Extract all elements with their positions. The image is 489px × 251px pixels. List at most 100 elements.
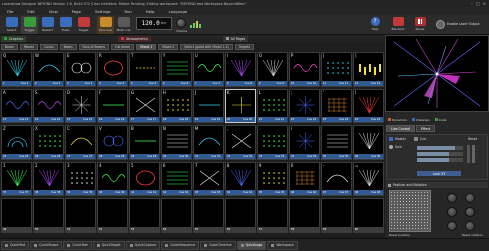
cue-cell[interactable]: 4 40 Cue 40 <box>96 161 129 197</box>
cue-cell[interactable]: 3 39 Cue 39 <box>64 161 97 197</box>
cue-cell[interactable]: ' 23 Cue 23 <box>320 88 353 124</box>
cue-cell[interactable]: 0 46 Cue 46 <box>288 161 321 197</box>
cue-cell[interactable]: 57 <box>256 198 289 233</box>
menu-edit[interactable]: Edit <box>20 9 41 14</box>
category-tab[interactable]: Beam <box>59 43 77 50</box>
toggle-red-button[interactable]: Toggle <box>75 16 92 34</box>
cue-cell[interactable]: 55 <box>192 198 225 233</box>
cue-cell[interactable]: 53 <box>128 198 161 233</box>
rotation-knob-z[interactable] <box>447 207 457 217</box>
cue-cell[interactable]: . 33 Cue 33 <box>256 125 289 160</box>
multi-cue-button[interactable]: Multi cue <box>115 16 132 34</box>
collapse-icon[interactable] <box>388 183 391 187</box>
category-tab-selected[interactable]: Mixed 1 <box>136 43 157 50</box>
pause-button[interactable]: Pause <box>411 17 429 33</box>
page-tab[interactable]: QuickText <box>63 240 92 250</box>
page-tab[interactable]: QuickCapture <box>125 240 161 250</box>
cue-cell[interactable]: M 31 Cue 31 <box>192 125 225 160</box>
cue-cell[interactable]: R 4 Cue 4 <box>96 52 129 87</box>
cue-cell[interactable]: H 18 Cue 18 <box>160 88 193 124</box>
page-tab[interactable]: QuickShape <box>30 240 63 250</box>
cue-cell[interactable]: 1 37 Cue 37 <box>1 161 33 197</box>
cue-cell[interactable]: , 32 Cue 32 <box>224 125 257 160</box>
cue-cell[interactable]: 6 42 Cue 42 <box>160 161 193 197</box>
cue-cell[interactable]: 54 <box>160 198 193 233</box>
menu-run[interactable]: Run <box>118 9 139 14</box>
reset-rotation-button[interactable]: Reset rotation <box>462 233 483 237</box>
cue-cell[interactable]: P 10 Cue 10 <box>288 52 321 87</box>
rotation-knob-a[interactable] <box>447 221 457 231</box>
size-slider[interactable] <box>417 146 463 150</box>
tab-all-pages[interactable]: All Pages <box>222 35 249 42</box>
cue-cell[interactable]: F 16 Cue 16 <box>96 88 129 124</box>
menu-help[interactable]: Help <box>139 9 162 14</box>
cue-cell[interactable]: 7 43 Cue 43 <box>192 161 225 197</box>
category-tab[interactable]: Cones <box>40 43 58 50</box>
restart-button[interactable]: Restart <box>39 16 56 34</box>
laser-preview[interactable] <box>385 35 489 112</box>
volume-knob-icon[interactable] <box>176 18 186 28</box>
page-tab[interactable]: QuickTest <box>1 240 30 250</box>
flash-button[interactable]: Flash <box>57 16 74 34</box>
cue-cell[interactable]: 36 Cue 36 <box>352 125 385 160</box>
minimize-button[interactable]: – <box>471 1 473 6</box>
cue-cell[interactable]: N 30 Cue 30 <box>160 125 193 160</box>
cue-cell[interactable]: 58 <box>288 198 321 233</box>
cue-cell[interactable]: L 21 Cue 21 <box>256 88 289 124</box>
cue-cell[interactable]: = 48 Cue 48 <box>352 161 385 197</box>
page-tab[interactable]: Workspace <box>267 240 298 250</box>
cue-cell[interactable]: -47 Cue 47 <box>320 161 353 197</box>
cue-cell[interactable]: Y 6 Cue 6 <box>160 52 193 87</box>
menu-view[interactable]: View <box>42 9 65 14</box>
cue-cell[interactable]: 35 Cue 35 <box>320 125 353 160</box>
cue-cell[interactable]: 50 <box>32 198 65 233</box>
category-tab[interactable]: Select (good with Mixed 1-2) <box>180 43 233 50</box>
cue-cell[interactable]: V 28 Cue 28 <box>96 125 129 160</box>
subtab-effect[interactable]: Effect <box>416 125 436 132</box>
rotation-knob-b[interactable] <box>465 221 475 231</box>
menu-language[interactable]: Language <box>161 9 194 14</box>
cue-cell[interactable]: \ 24 Cue 24 <box>352 88 385 124</box>
cue-cell[interactable]: B 29 Cue 29 <box>128 125 161 160</box>
cue-cell[interactable]: C 27 Cue 27 <box>64 125 97 160</box>
tab-code[interactable]: Code <box>433 116 449 123</box>
cue-cell[interactable]: D 15 Cue 15 <box>64 88 97 124</box>
cue-cell[interactable]: 51 <box>64 198 97 233</box>
rotation-knob-w[interactable] <box>465 207 475 217</box>
rotation-knob-y[interactable] <box>465 193 475 203</box>
cue-cell[interactable]: S 14 Cue 14 <box>32 88 65 124</box>
reset-position-button[interactable]: Reset position <box>389 233 410 237</box>
select-button[interactable]: Select <box>3 16 20 34</box>
tab-channels[interactable]: Channels <box>410 116 432 123</box>
close-button[interactable]: × <box>483 1 486 6</box>
cue-cell[interactable]: 5 41 Cue 41 <box>128 161 161 197</box>
cue-cell[interactable]: [11 Cue 11 <box>320 52 353 87</box>
cue-cell[interactable]: 49 <box>1 198 33 233</box>
blackout-button[interactable]: Blackout <box>389 17 407 33</box>
cue-cell[interactable]: A 13 Cue 13 <box>1 88 33 124</box>
reset-button[interactable]: Reset <box>468 137 477 141</box>
cue-cell[interactable]: 2 38 Cue 38 <box>32 161 65 197</box>
page-tab[interactable]: QuickSequence <box>161 240 200 250</box>
category-tab[interactable]: Targets <box>234 43 254 50</box>
lock-xy-button[interactable]: Lock XY <box>417 171 461 176</box>
tab-atmospherics[interactable]: Atmospherics <box>118 35 151 42</box>
tab-graphics[interactable]: Graphics <box>1 35 27 42</box>
cue-cell[interactable]: Z 25 Cue 25 <box>1 125 33 160</box>
menu-settings[interactable]: Settings <box>88 9 118 14</box>
cue-cell[interactable]: E 3 Cue 3 <box>64 52 97 87</box>
cue-cell[interactable]: I 8 Cue 8 <box>224 52 257 87</box>
category-tab[interactable]: Fans of Beams <box>78 43 109 50</box>
subtab-live-control[interactable]: Live Control <box>386 125 416 132</box>
cue-cell[interactable]: 9 45 Cue 45 <box>256 161 289 197</box>
rotation-knob-x[interactable] <box>447 193 457 203</box>
cue-cell[interactable]: W 2 Cue 2 <box>32 52 65 87</box>
page-tab[interactable]: QuickTimeline <box>200 240 236 250</box>
cue-cell[interactable]: ; 22 Cue 22 <box>288 88 321 124</box>
cue-cell[interactable]: X 26 Cue 26 <box>32 125 65 160</box>
cue-cell[interactable]: 52 <box>96 198 129 233</box>
help-button[interactable]: ? Help <box>367 17 383 33</box>
one-cue-button[interactable]: One Cue <box>97 16 114 34</box>
toggle-button[interactable]: Toggle <box>21 16 38 34</box>
tab-dynamics[interactable]: Dynamics <box>386 116 409 123</box>
